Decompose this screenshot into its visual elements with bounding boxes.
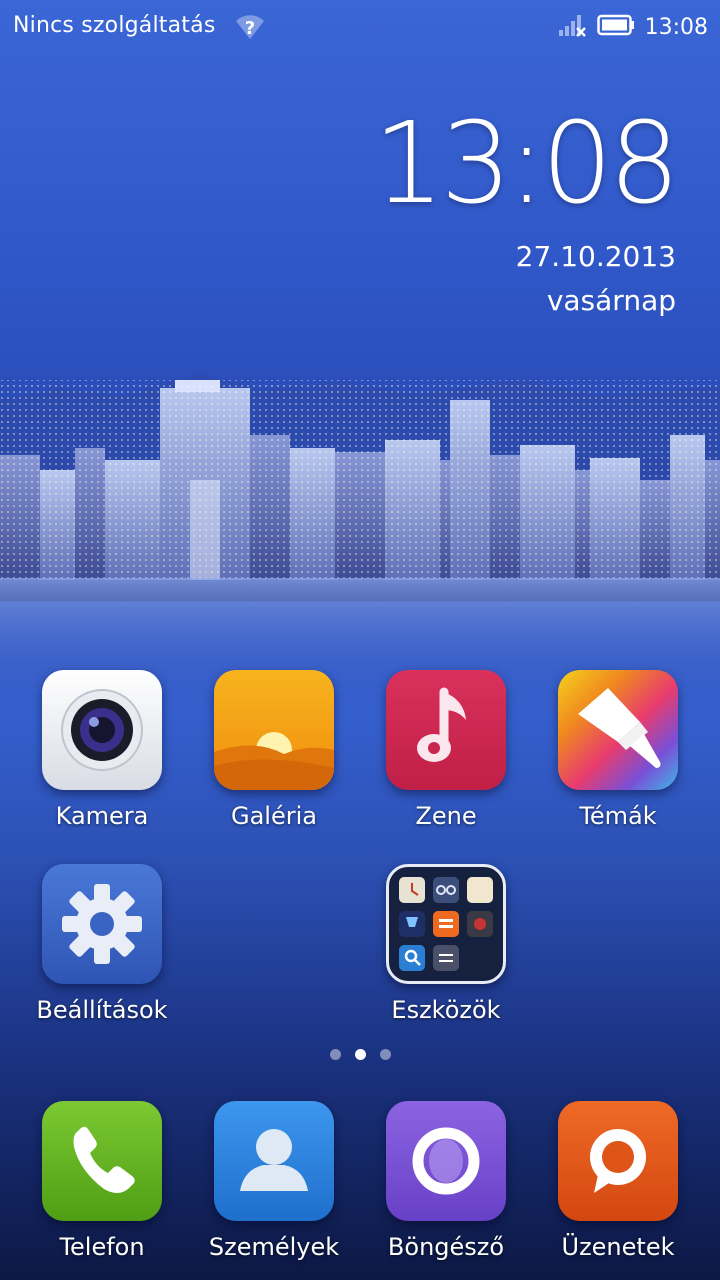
app-label: Személyek xyxy=(208,1233,340,1261)
page-dot-3[interactable] xyxy=(379,1049,391,1060)
dock-bongeszo[interactable]: Böngésző xyxy=(360,1101,532,1261)
wifi-unknown-icon: ? xyxy=(234,11,266,41)
contacts-icon xyxy=(214,1101,334,1221)
app-label: Galéria xyxy=(231,802,317,830)
app-zene[interactable]: Zene xyxy=(360,670,532,830)
wallpaper-skyline xyxy=(0,374,720,690)
status-time: 13:08 xyxy=(644,14,708,40)
music-icon xyxy=(386,670,506,790)
page-dot-1[interactable] xyxy=(329,1049,341,1060)
status-bar: Nincs szolgáltatás ? 13:08 xyxy=(0,0,720,54)
messages-icon xyxy=(558,1101,678,1221)
app-label: Kamera xyxy=(55,802,149,830)
dock-telefon[interactable]: Telefon xyxy=(16,1101,188,1261)
app-eszkozok-folder[interactable]: Eszközök xyxy=(360,864,532,1024)
app-label: Böngésző xyxy=(387,1233,505,1261)
app-beallitasok[interactable]: Beállítások xyxy=(16,864,188,1024)
app-label: Zene xyxy=(415,802,477,830)
dock-uzenetek[interactable]: Üzenetek xyxy=(532,1101,704,1261)
dock-szemelyek[interactable]: Személyek xyxy=(188,1101,360,1261)
app-galeria[interactable]: Galéria xyxy=(188,670,360,830)
battery-icon xyxy=(596,14,635,40)
page-indicator[interactable] xyxy=(0,1049,720,1060)
svg-text:?: ? xyxy=(245,18,255,39)
gallery-icon xyxy=(214,670,334,790)
themes-brush-icon xyxy=(558,670,678,790)
clock-date: 27.10.2013 xyxy=(515,240,676,273)
carrier-label: Nincs szolgáltatás xyxy=(13,13,216,38)
app-label: Beállítások xyxy=(36,996,168,1024)
app-label: Üzenetek xyxy=(561,1233,675,1261)
tools-folder-icon xyxy=(386,864,506,984)
signal-no-sim-icon xyxy=(557,12,587,42)
camera-icon xyxy=(42,670,162,790)
app-label: Témák xyxy=(579,802,657,830)
app-temak[interactable]: Témák xyxy=(532,670,704,830)
app-kamera[interactable]: Kamera xyxy=(16,670,188,830)
app-label: Telefon xyxy=(59,1233,145,1261)
clock-weekday: vasárnap xyxy=(546,284,676,317)
page-dot-2-active[interactable] xyxy=(354,1049,366,1060)
clock-time: 13:08 xyxy=(373,99,680,229)
folder-label: Eszközök xyxy=(391,996,501,1024)
settings-gear-icon xyxy=(42,864,162,984)
browser-icon xyxy=(386,1101,506,1221)
phone-icon xyxy=(42,1101,162,1221)
